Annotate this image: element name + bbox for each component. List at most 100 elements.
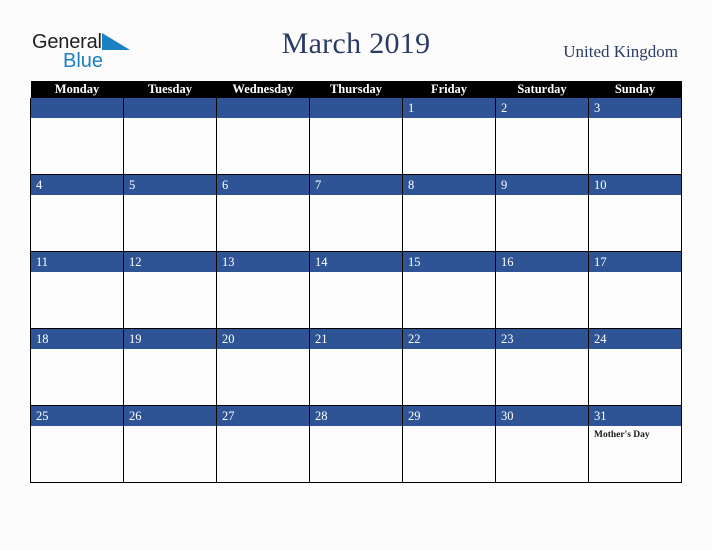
day-number: 15 — [403, 252, 495, 272]
day-number — [310, 98, 402, 118]
day-cell-inner — [217, 98, 309, 174]
day-cell-inner: 20 — [217, 329, 309, 405]
day-cell[interactable]: 15 — [402, 251, 496, 329]
weekday-header-thursday: Thursday — [309, 81, 403, 98]
day-cell[interactable] — [30, 98, 124, 175]
day-cell-inner: 19 — [124, 329, 216, 405]
weekday-header-friday: Friday — [402, 81, 496, 98]
day-cell[interactable]: 11 — [30, 251, 124, 329]
day-cell[interactable]: 12 — [123, 251, 217, 329]
calendar-body: 1 2 3 4 5 6 7 8 9 10 11 12 13 14 15 16 17 18 19 20 21 22 23 24 2… — [30, 98, 682, 483]
day-cell[interactable]: 13 — [216, 251, 310, 329]
event-label: Mother's Day — [594, 430, 650, 440]
day-cell[interactable] — [309, 98, 403, 175]
day-number: 5 — [124, 175, 216, 195]
day-cell-inner: 8 — [403, 175, 495, 251]
day-number: 23 — [496, 329, 588, 349]
day-cell[interactable] — [216, 98, 310, 175]
day-cell[interactable]: 30 — [495, 405, 589, 483]
day-number: 7 — [310, 175, 402, 195]
day-number: 27 — [217, 406, 309, 426]
day-number: 11 — [31, 252, 123, 272]
day-cell[interactable]: 25 — [30, 405, 124, 483]
day-number: 22 — [403, 329, 495, 349]
day-cell-inner: 15 — [403, 252, 495, 328]
day-cell[interactable]: 27 — [216, 405, 310, 483]
day-number: 1 — [403, 98, 495, 118]
day-number: 25 — [31, 406, 123, 426]
weekday-header-row: Monday Tuesday Wednesday Thursday Friday… — [30, 81, 682, 98]
day-cell[interactable]: 22 — [402, 328, 496, 406]
day-cell-inner — [310, 98, 402, 174]
day-cell-inner: 9 — [496, 175, 588, 251]
day-cell[interactable]: 4 — [30, 174, 124, 252]
day-number: 30 — [496, 406, 588, 426]
day-cell[interactable]: 16 — [495, 251, 589, 329]
day-number: 4 — [31, 175, 123, 195]
day-cell[interactable]: 1 — [402, 98, 496, 175]
day-cell[interactable]: 10 — [588, 174, 682, 252]
week-row: 4 5 6 7 8 9 10 — [30, 174, 682, 252]
day-number: 16 — [496, 252, 588, 272]
country-label: United Kingdom — [563, 42, 678, 61]
weekday-header-sunday: Sunday — [588, 81, 682, 98]
day-cell[interactable]: 3 — [588, 98, 682, 175]
day-cell[interactable]: 21 — [309, 328, 403, 406]
day-cell[interactable]: 6 — [216, 174, 310, 252]
day-cell[interactable]: 20 — [216, 328, 310, 406]
day-cell-inner: 11 — [31, 252, 123, 328]
day-cell-inner: 16 — [496, 252, 588, 328]
day-number: 8 — [403, 175, 495, 195]
day-cell[interactable]: 23 — [495, 328, 589, 406]
day-cell-inner: 18 — [31, 329, 123, 405]
day-cell[interactable]: 14 — [309, 251, 403, 329]
day-cell[interactable]: 9 — [495, 174, 589, 252]
day-cell-inner: 30 — [496, 406, 588, 482]
day-number: 20 — [217, 329, 309, 349]
day-number: 29 — [403, 406, 495, 426]
week-row: 18 19 20 21 22 23 24 — [30, 328, 682, 406]
day-cell[interactable]: 17 — [588, 251, 682, 329]
day-cell-inner: 6 — [217, 175, 309, 251]
day-cell[interactable]: 5 — [123, 174, 217, 252]
day-cell-inner — [124, 98, 216, 174]
day-cell[interactable]: 19 — [123, 328, 217, 406]
day-cell[interactable]: 2 — [495, 98, 589, 175]
month-grid: Monday Tuesday Wednesday Thursday Friday… — [30, 81, 682, 483]
day-cell-inner: 7 — [310, 175, 402, 251]
page-header: General Blue March 2019 United Kingdom — [0, 0, 712, 81]
day-cell[interactable]: 18 — [30, 328, 124, 406]
day-cell[interactable]: 24 — [588, 328, 682, 406]
week-row: 25 26 27 28 29 30 31 Mother's Day — [30, 405, 682, 483]
weekday-header-saturday: Saturday — [495, 81, 589, 98]
day-cell-inner: 12 — [124, 252, 216, 328]
day-cell-inner: 5 — [124, 175, 216, 251]
day-cell[interactable]: 29 — [402, 405, 496, 483]
day-number — [31, 98, 123, 118]
day-number: 28 — [310, 406, 402, 426]
day-cell[interactable]: 28 — [309, 405, 403, 483]
day-cell-inner: 23 — [496, 329, 588, 405]
day-cell-inner: 13 — [217, 252, 309, 328]
week-row: 123 — [30, 98, 682, 175]
day-number: 13 — [217, 252, 309, 272]
day-cell[interactable]: 7 — [309, 174, 403, 252]
day-number: 24 — [589, 329, 681, 349]
day-number: 12 — [124, 252, 216, 272]
day-cell-inner: 17 — [589, 252, 681, 328]
day-cell[interactable]: 31 Mother's Day — [588, 405, 682, 483]
day-cell-inner: 3 — [589, 98, 681, 174]
day-cell-inner: 25 — [31, 406, 123, 482]
weekday-header-wednesday: Wednesday — [216, 81, 310, 98]
day-cell-inner: 26 — [124, 406, 216, 482]
day-cell-inner — [31, 98, 123, 174]
day-cell-inner: 22 — [403, 329, 495, 405]
day-number — [124, 98, 216, 118]
day-cell[interactable]: 26 — [123, 405, 217, 483]
day-cell-inner: 1 — [403, 98, 495, 174]
day-cell[interactable]: 8 — [402, 174, 496, 252]
day-number: 14 — [310, 252, 402, 272]
day-cell[interactable] — [123, 98, 217, 175]
day-cell-inner: 4 — [31, 175, 123, 251]
day-number: 6 — [217, 175, 309, 195]
